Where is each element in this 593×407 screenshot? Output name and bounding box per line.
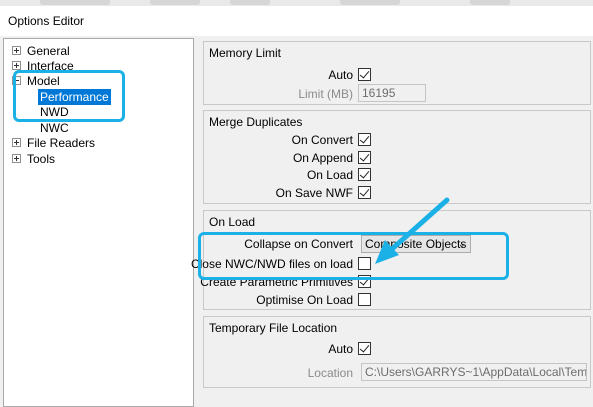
on-save-nwf-label: On Save NWF [275, 186, 353, 200]
memory-limit-group: Memory Limit Auto Limit (MB) 16195 [203, 41, 591, 105]
group-title: Memory Limit [209, 46, 282, 60]
location-label: Location [307, 366, 353, 380]
on-save-nwf-checkbox[interactable] [358, 186, 371, 199]
memory-auto-checkbox[interactable] [358, 68, 371, 81]
expand-plus-icon[interactable] [12, 154, 21, 163]
temp-auto-checkbox[interactable] [358, 342, 371, 355]
on-convert-label: On Convert [291, 133, 353, 147]
optimise-on-load-label: Optimise On Load [256, 293, 353, 307]
window-title: Options Editor [8, 14, 85, 28]
expand-plus-icon[interactable] [12, 46, 21, 55]
annotation-highlight-box [13, 70, 125, 122]
auto-label: Auto [328, 342, 353, 356]
expand-plus-icon[interactable] [12, 138, 21, 147]
on-load-checkbox[interactable] [358, 168, 371, 181]
tree-item-label: General [27, 44, 70, 58]
temp-location-field[interactable]: C:\Users\GARRYS~1\AppData\Local\Temp [361, 363, 587, 381]
auto-label: Auto [328, 68, 353, 82]
on-convert-checkbox[interactable] [358, 133, 371, 146]
options-panel: Memory Limit Auto Limit (MB) 16195 Merge… [191, 38, 593, 407]
background-toolbar-item [40, 0, 110, 5]
tree-item-label: File Readers [27, 136, 96, 150]
title-bar: Options Editor [0, 6, 593, 36]
tree-item-label: Tools [27, 152, 56, 166]
expand-plus-icon[interactable] [12, 61, 21, 70]
group-title: On Load [209, 215, 256, 229]
temp-file-location-group: Temporary File Location Auto Location C:… [203, 316, 591, 388]
annotation-highlight-box [198, 232, 509, 280]
on-load-label: On Load [306, 168, 353, 182]
on-append-label: On Append [292, 151, 353, 165]
tree-item-label: NWC [40, 121, 69, 135]
on-append-checkbox[interactable] [358, 151, 371, 164]
memory-limit-field[interactable]: 16195 [358, 84, 426, 102]
background-toolbar-item [470, 0, 510, 5]
optimise-on-load-checkbox[interactable] [358, 293, 371, 306]
group-title: Merge Duplicates [209, 115, 303, 129]
limit-mb-label: Limit (MB) [298, 87, 353, 101]
merge-duplicates-group: Merge Duplicates On Convert On Append On… [203, 110, 591, 204]
background-toolbar-item [150, 0, 200, 5]
background-toolbar-item [340, 0, 400, 5]
group-title: Temporary File Location [209, 321, 338, 335]
background-toolbar-item [230, 0, 270, 5]
